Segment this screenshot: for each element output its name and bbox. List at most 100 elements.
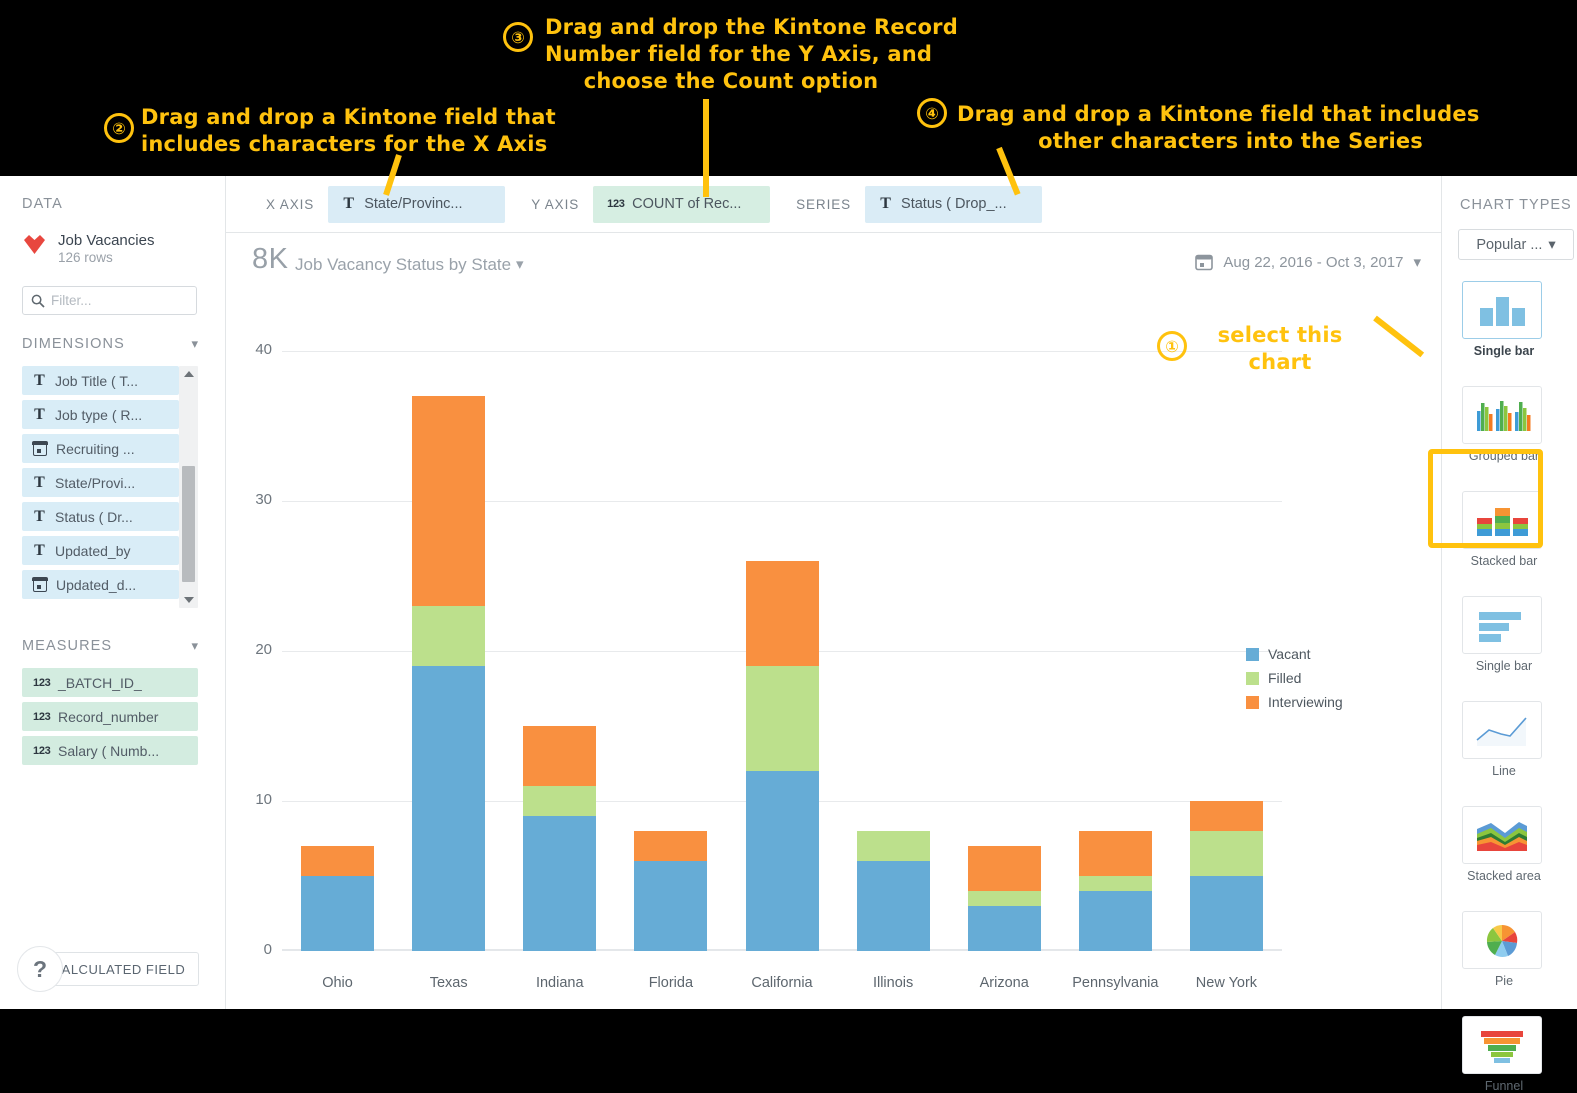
bar-california[interactable]	[745, 561, 819, 951]
chart-header: 8K Job Vacancy Status by State ▾ Aug 22,…	[226, 233, 1441, 291]
bar-segment-vacant[interactable]	[634, 861, 708, 951]
dimension-item[interactable]: T Status ( Dr...	[22, 502, 179, 531]
bar-segment-interviewing[interactable]	[301, 846, 375, 876]
dimension-label: Status ( Dr...	[55, 508, 133, 525]
application-window: DATA Job Vacancies 126 rows Filter... DI…	[0, 176, 1577, 1093]
bar-segment-vacant[interactable]	[301, 876, 375, 951]
dimensions-scrollbar[interactable]	[179, 366, 198, 608]
annotation-text-select-chart: select this chart	[1217, 323, 1343, 374]
bar-texas[interactable]	[412, 396, 486, 951]
annotation-badge-2: ②	[104, 113, 134, 143]
measure-item[interactable]: 123 Salary ( Numb...	[22, 736, 198, 765]
chart-type-stacked-bar[interactable]: Stacked bar	[1462, 491, 1546, 568]
bar-segment-interviewing[interactable]	[967, 846, 1041, 891]
dimensions-section-toggle[interactable]: DIMENSIONS ▾	[22, 336, 198, 352]
date-range-picker[interactable]: Aug 22, 2016 - Oct 3, 2017 ▾	[1195, 253, 1421, 271]
chart-type-line[interactable]: Line	[1462, 701, 1546, 778]
chart-type-single-bar-vertical[interactable]: Single bar	[1462, 281, 1546, 358]
bar-segment-filled[interactable]	[856, 831, 930, 861]
bar-arizona[interactable]	[967, 846, 1041, 951]
bar-segment-interviewing[interactable]	[745, 561, 819, 666]
bar-pennsylvania[interactable]	[1078, 831, 1152, 951]
dimension-item[interactable]: T State/Provi...	[22, 468, 179, 497]
scroll-up-arrow-icon[interactable]	[184, 371, 194, 377]
chart-type-single-bar-horizontal[interactable]: Single bar	[1462, 596, 1546, 673]
bar-segment-interviewing[interactable]	[634, 831, 708, 861]
chart-type-label: Stacked area	[1467, 869, 1541, 883]
bar-segment-interviewing[interactable]	[1078, 831, 1152, 876]
measure-item[interactable]: 123 _BATCH_ID_	[22, 668, 198, 697]
bar-segment-vacant[interactable]	[856, 861, 930, 951]
dimension-item[interactable]: T Job Title ( T...	[22, 366, 179, 395]
bar-segment-vacant[interactable]	[967, 906, 1041, 951]
bar-florida[interactable]	[634, 831, 708, 951]
bar-segment-filled[interactable]	[745, 666, 819, 771]
y-axis-field-pill[interactable]: 123 COUNT of Rec...	[593, 185, 771, 223]
bar-segment-vacant[interactable]	[1078, 891, 1152, 951]
annotation-badge-1: ①	[1157, 331, 1187, 361]
bar-segment-filled[interactable]	[412, 606, 486, 666]
dimension-label: Updated_d...	[56, 576, 137, 593]
bar-segment-vacant[interactable]	[1189, 876, 1263, 951]
dataset-row-count: 126 rows	[58, 250, 113, 265]
bar-segment-vacant[interactable]	[523, 816, 597, 951]
bar-segment-interviewing[interactable]	[523, 726, 597, 786]
bar-segment-filled[interactable]	[1078, 876, 1152, 891]
chevron-down-icon[interactable]: ▾	[516, 255, 524, 273]
chart-type-stacked-area[interactable]: Stacked area	[1462, 806, 1546, 883]
legend-item[interactable]: Interviewing	[1246, 694, 1343, 710]
data-section-label: DATA	[22, 196, 63, 212]
dimension-item[interactable]: Recruiting ...	[22, 434, 179, 463]
scrollbar-thumb[interactable]	[182, 466, 195, 582]
x-axis-field-label: State/Provinc...	[364, 196, 463, 212]
legend-item[interactable]: Vacant	[1246, 646, 1343, 662]
chart-type-grouped-bar[interactable]: Grouped bar	[1462, 386, 1546, 463]
chevron-down-icon: ▾	[191, 638, 198, 653]
x-axis-field-pill[interactable]: T State/Provinc...	[328, 185, 506, 223]
funnel-icon	[1462, 1016, 1542, 1074]
chart-type-pie[interactable]: Pie	[1462, 911, 1546, 988]
annotation-overlay-band: ③ Drag and drop the Kintone Record Numbe…	[0, 0, 1577, 197]
chart-type-label: Line	[1492, 764, 1516, 778]
dimension-item[interactable]: T Job type ( R...	[22, 400, 179, 429]
bar-segment-interviewing[interactable]	[412, 396, 486, 606]
dimensions-label: DIMENSIONS	[22, 336, 125, 352]
measure-item[interactable]: 123 Record_number	[22, 702, 198, 731]
help-button[interactable]: ?	[17, 946, 63, 992]
filter-input[interactable]: Filter...	[51, 293, 92, 308]
text-icon: T	[34, 541, 45, 559]
bar-segment-vacant[interactable]	[745, 771, 819, 951]
bar-ohio[interactable]	[301, 846, 375, 951]
chart-type-label: Grouped bar	[1468, 449, 1540, 463]
bar-new-york[interactable]	[1189, 801, 1263, 951]
chart-category-select[interactable]: Popular ... ▾	[1458, 229, 1574, 260]
scroll-down-arrow-icon[interactable]	[184, 597, 194, 603]
bar-segment-filled[interactable]	[1189, 831, 1263, 876]
leader-line-y-axis	[703, 99, 709, 197]
gridline-40	[282, 351, 1282, 352]
annotation-text-series: Drag and drop a Kintone field that inclu…	[957, 102, 1480, 153]
bar-segment-filled[interactable]	[523, 786, 597, 816]
measures-label: MEASURES	[22, 638, 113, 654]
stacked-bar-icon	[1462, 491, 1542, 549]
dataset-row[interactable]: Job Vacancies 126 rows	[22, 232, 154, 267]
dimensions-list: T Job Title ( T... T Job type ( R... Recru…	[22, 366, 198, 608]
bar-segment-filled[interactable]	[967, 891, 1041, 906]
filter-input-wrapper[interactable]: Filter...	[22, 286, 197, 315]
bar-segment-vacant[interactable]	[412, 666, 486, 951]
single-bar-vertical-icon	[1462, 281, 1542, 339]
bar-segment-interviewing[interactable]	[1189, 801, 1263, 831]
measures-section-toggle[interactable]: MEASURES ▾	[22, 638, 198, 654]
x-axis-tick: Texas	[429, 975, 468, 991]
chevron-down-icon: ▾	[1548, 236, 1556, 253]
axis-shelf-bar: X AXIS T State/Provinc... Y AXIS 123 COU…	[226, 176, 1441, 233]
legend-item[interactable]: Filled	[1246, 670, 1343, 686]
dimension-item[interactable]: Updated_d...	[22, 570, 179, 599]
bar-illinois[interactable]	[856, 831, 930, 951]
bar-indiana[interactable]	[523, 726, 597, 951]
text-icon: T	[34, 371, 45, 389]
annotation-text-x-axis: Drag and drop a Kintone field that inclu…	[141, 105, 556, 156]
y-axis-tick: 40	[255, 341, 272, 358]
chart-type-funnel[interactable]: Funnel	[1462, 1016, 1546, 1093]
dimension-item[interactable]: T Updated_by	[22, 536, 179, 565]
